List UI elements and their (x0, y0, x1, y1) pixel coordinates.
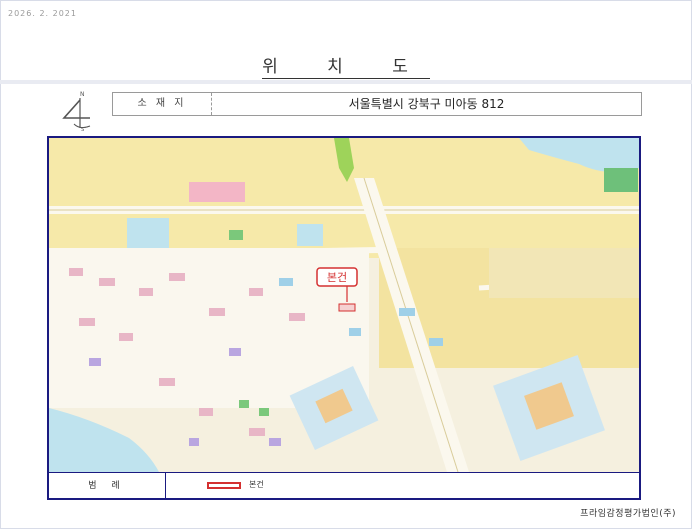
legend-bar: 범 례 본건 (49, 472, 639, 498)
header-divider (0, 80, 692, 84)
location-map[interactable]: 본건 범 례 본건 (47, 136, 641, 500)
location-address: 서울특별시 강북구 미아동 812 (348, 97, 505, 111)
compass-n: N (80, 91, 85, 98)
company-name: 프라임감정평가법인(주) (580, 509, 676, 519)
legend-label: 범 례 (49, 473, 166, 498)
legend-swatch (207, 482, 241, 489)
location-label: 소 재 지 (113, 93, 212, 115)
page-title-text: 위 치 도 (262, 57, 430, 79)
page-title: 위 치 도 (0, 52, 692, 79)
header-date: 2026. 2. 2021 (8, 9, 77, 18)
location-box: 소 재 지 서울특별시 강북구 미아동 812 (112, 92, 642, 116)
map-canvas[interactable]: 본건 (49, 138, 639, 472)
subject-label: 본건 (327, 271, 347, 284)
compass-s: S (81, 127, 84, 132)
legend-item-text: 본건 (249, 480, 264, 489)
north-arrow-icon: N S (60, 88, 96, 133)
